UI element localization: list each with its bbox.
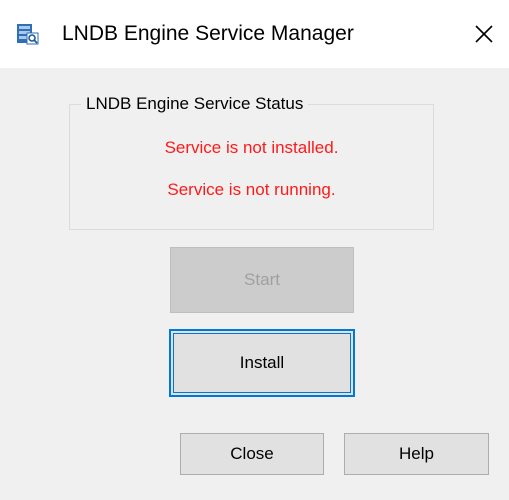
help-button-label: Help — [399, 444, 434, 463]
help-button[interactable]: Help — [344, 433, 489, 475]
title-bar[interactable]: LNDB Engine Service Manager — [0, 0, 509, 68]
app-icon — [17, 24, 39, 45]
start-button: Start — [170, 247, 354, 313]
run-status-text: Service is not running. — [167, 180, 336, 199]
start-button-label: Start — [244, 270, 280, 289]
install-button-label: Install — [239, 353, 285, 372]
service-status-groupbox — [69, 104, 434, 230]
service-manager-window: LNDB Engine Service Manager LNDB Engine … — [0, 0, 509, 500]
window-title: LNDB Engine Service Manager — [62, 22, 354, 45]
close-button-label: Close — [230, 444, 274, 463]
service-status-legend: LNDB Engine Service Status — [81, 93, 309, 115]
close-window-icon[interactable] — [466, 16, 502, 52]
install-button[interactable]: Install — [169, 329, 355, 397]
close-button[interactable]: Close — [180, 433, 324, 475]
install-status-text: Service is not installed. — [164, 138, 339, 157]
